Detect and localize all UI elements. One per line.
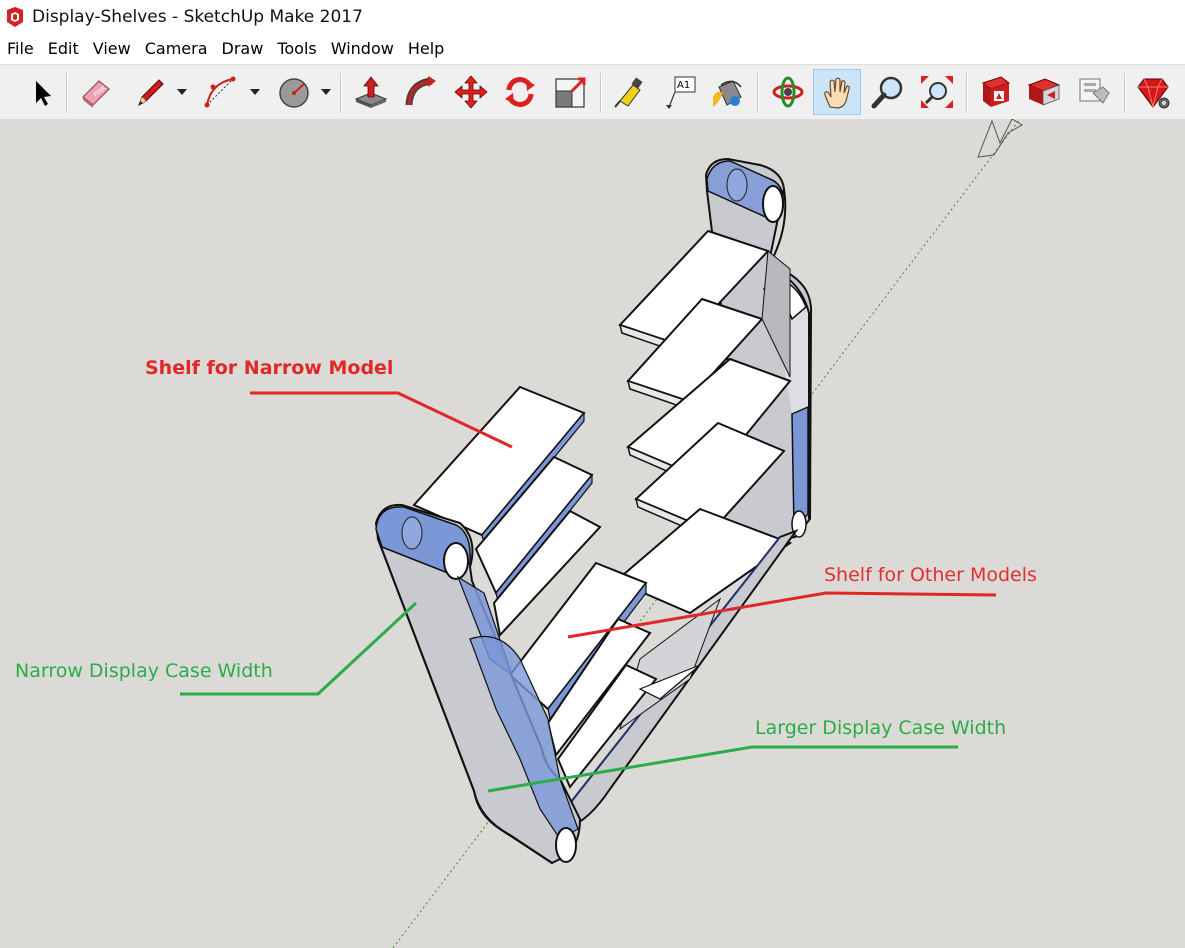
orbit-icon [772,76,804,108]
push-pull-tool[interactable] [349,71,393,113]
share-model-tool[interactable] [1022,71,1066,113]
title-bar: Display-Shelves - SketchUp Make 2017 [0,0,1185,34]
chevron-down-icon[interactable] [249,87,261,97]
rotate-icon [505,77,535,107]
magnifier-icon [871,76,903,109]
push-pull-icon [354,76,388,108]
menu-draw[interactable]: Draw [215,36,271,62]
move-icon [454,75,488,109]
scale-tool[interactable] [549,71,593,113]
share-model-icon [1027,78,1061,106]
menu-edit[interactable]: Edit [41,36,86,62]
rotate-tool[interactable] [498,71,542,113]
extension-warehouse-tool[interactable] [1072,71,1116,113]
toolbar-separator [600,73,602,113]
sketchup-logo-icon [7,7,23,27]
text-label-icon: A1 [666,76,696,109]
model-viewport[interactable]: Shelf for Narrow Model Shelf for Other M… [0,119,1185,948]
follow-me-icon [405,76,436,106]
window-title: Display-Shelves - SketchUp Make 2017 [32,7,363,27]
pencil-icon [138,79,164,107]
tape-measure-icon [614,77,643,108]
chevron-down-icon[interactable] [320,87,332,97]
menu-tools[interactable]: Tools [270,36,323,62]
toolbar-separator [1124,73,1126,113]
line-tool[interactable] [128,71,172,113]
zoom-extents-icon [921,76,953,108]
zoom-extents-tool[interactable] [915,71,959,113]
select-tool[interactable] [18,71,62,113]
toolbar-separator [66,73,68,113]
pan-tool[interactable] [813,69,861,115]
paint-bucket-icon [713,80,742,107]
ruby-gem-icon [1137,78,1170,109]
menu-camera[interactable]: Camera [138,36,215,62]
toolbar-separator [966,73,968,113]
svg-text:A1: A1 [677,80,690,91]
menu-bar: File Edit View Camera Draw Tools Window … [0,36,1185,62]
tape-measure-tool[interactable] [608,71,652,113]
3d-warehouse-icon [981,76,1011,107]
circle-icon [279,78,309,108]
annotation-narrow-width: Narrow Display Case Width [15,660,273,682]
menu-help[interactable]: Help [401,36,451,62]
orbit-tool[interactable] [766,71,810,113]
hand-icon [824,77,850,109]
move-tool[interactable] [449,71,493,113]
chevron-down-icon[interactable] [176,87,188,97]
annotation-shelf-other: Shelf for Other Models [824,564,1037,586]
zoom-tool[interactable] [866,71,910,113]
main-toolbar: PINK A1 [0,64,1185,120]
arc-tool[interactable] [198,71,242,113]
menu-view[interactable]: View [86,36,138,62]
circle-tool[interactable] [272,71,316,113]
arc-icon [204,76,236,108]
ruby-console-tool[interactable] [1131,71,1175,113]
annotation-larger-width: Larger Display Case Width [755,717,1007,739]
menu-window[interactable]: Window [324,36,401,62]
arrow-cursor-icon [36,81,51,106]
text-tool[interactable]: A1 [658,71,702,113]
axis-marker [977,119,1023,158]
follow-me-tool[interactable] [399,71,443,113]
eraser-tool[interactable]: PINK [74,71,118,113]
eraser-icon: PINK [82,80,110,108]
warehouse-tool[interactable] [974,71,1018,113]
display-shelves-model[interactable] [0,119,1185,948]
annotation-shelf-narrow: Shelf for Narrow Model [145,357,394,379]
menu-file[interactable]: File [0,36,41,62]
scale-icon [555,77,586,108]
toolbar-separator [340,73,342,113]
toolbar-separator [757,73,759,113]
paint-bucket-tool[interactable] [706,71,750,113]
extension-warehouse-icon [1079,78,1110,104]
